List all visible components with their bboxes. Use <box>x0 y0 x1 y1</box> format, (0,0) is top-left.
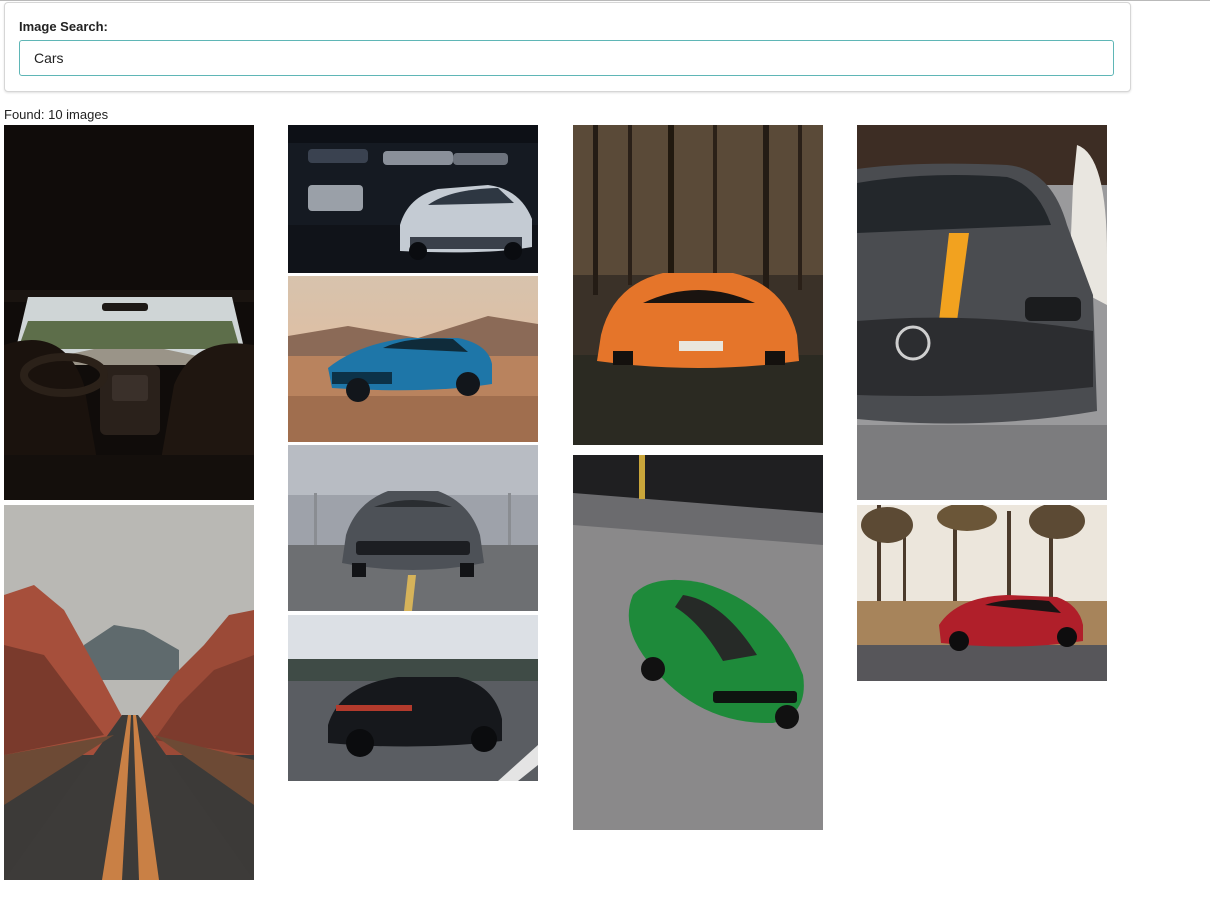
car-interior-image <box>4 125 254 500</box>
mercedes-image <box>857 125 1107 500</box>
red-car-image <box>857 505 1107 681</box>
image-tile-gray-car[interactable] <box>288 445 538 611</box>
image-tile-green-car[interactable] <box>573 455 823 830</box>
image-tile-garage-car[interactable] <box>288 125 538 273</box>
image-tile-orange-car[interactable] <box>573 125 823 445</box>
image-tile-canyon-road[interactable] <box>4 505 254 880</box>
image-tile-blue-car[interactable] <box>288 276 538 442</box>
black-sedan-image <box>288 615 538 781</box>
top-border <box>0 0 1210 1</box>
search-label: Image Search: <box>19 19 108 34</box>
green-car-image <box>573 455 823 830</box>
image-tile-red-car[interactable] <box>857 505 1107 681</box>
search-input[interactable] <box>19 40 1114 76</box>
image-tile-black-sedan[interactable] <box>288 615 538 781</box>
image-tile-car-interior[interactable] <box>4 125 254 500</box>
search-panel: Image Search: <box>4 2 1131 92</box>
blue-car-image <box>288 276 538 442</box>
results-count: Found: 10 images <box>4 107 109 122</box>
image-tile-mercedes[interactable] <box>857 125 1107 500</box>
gray-car-image <box>288 445 538 611</box>
canyon-road-image <box>4 505 254 880</box>
garage-car-image <box>288 125 538 273</box>
orange-car-image <box>573 125 823 445</box>
